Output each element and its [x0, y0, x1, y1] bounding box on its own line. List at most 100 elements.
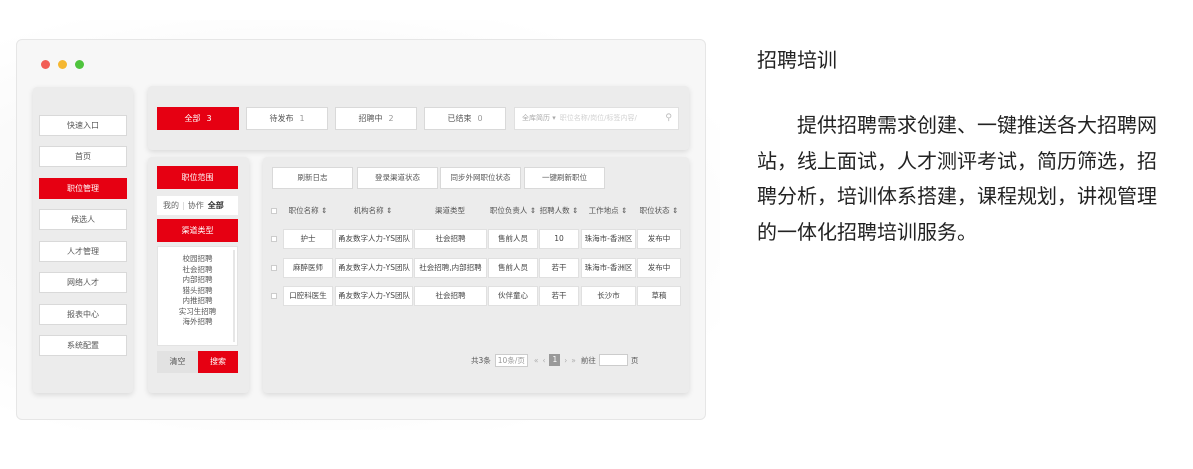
row-checkbox[interactable]: [271, 236, 277, 242]
refresh-log-button[interactable]: 刷新日志: [272, 167, 353, 189]
cell-job-status: 草稿: [637, 286, 681, 306]
cell-job-owner: 伙伴童心: [488, 286, 538, 306]
channel-option[interactable]: 内部招聘: [158, 275, 237, 286]
search-input[interactable]: 全库简历 ▾ 职位名称/岗位/标签内容/ ⚲: [514, 107, 679, 130]
sidebar-item-report-center[interactable]: 报表中心: [39, 304, 127, 325]
job-scope-header: 职位范围: [157, 166, 238, 189]
app-window: 快速入口 首页 职位管理 候选人 人才管理 网络人才 报表中心 系统配置 全部 3…: [16, 39, 706, 420]
header-headcount[interactable]: 招聘人数 ⇕: [539, 205, 579, 216]
search-placeholder: 职位名称/岗位/标签内容/: [559, 114, 637, 122]
cell-job-name[interactable]: 麻醉医师: [283, 258, 333, 278]
channel-option[interactable]: 内推招聘: [158, 296, 237, 307]
page-unit-label: 页: [630, 355, 639, 365]
tab-recruiting[interactable]: 招聘中 2: [335, 107, 417, 130]
first-page-icon[interactable]: «: [534, 356, 539, 365]
cell-channel-type: 社会招聘: [414, 229, 487, 249]
tab-pending[interactable]: 待发布 1: [246, 107, 328, 130]
filter-panel: 职位范围 我的 | 协作 全部 渠道类型 校园招聘 社会招聘 内部招聘 猎头招聘 内推…: [148, 157, 249, 393]
cell-headcount: 若干: [539, 258, 579, 278]
header-location[interactable]: 工作地点 ⇕: [580, 205, 636, 216]
last-page-icon[interactable]: »: [571, 356, 576, 365]
cell-job-name[interactable]: 口腔科医生: [283, 286, 333, 306]
tab-count: 3: [206, 114, 212, 123]
cell-job-status: 发布中: [637, 229, 681, 249]
tab-count: 2: [388, 114, 394, 123]
tab-label: 招聘中: [358, 114, 383, 123]
tab-label: 待发布: [269, 114, 294, 123]
channel-option[interactable]: 实习生招聘: [158, 307, 237, 318]
tab-ended[interactable]: 已结束 0: [424, 107, 506, 130]
channel-option[interactable]: 海外招聘: [158, 317, 237, 328]
cell-job-owner: 售前人员: [488, 229, 538, 249]
header-job-owner[interactable]: 职位负责人 ⇕: [488, 205, 538, 216]
cell-job-name[interactable]: 护士: [283, 229, 333, 249]
close-dot[interactable]: [41, 60, 50, 69]
sidebar-item-quick-entry[interactable]: 快速入口: [39, 115, 127, 136]
cell-location: 珠海市-香洲区: [581, 229, 636, 249]
channel-option[interactable]: 校园招聘: [158, 254, 237, 265]
current-page[interactable]: 1: [549, 354, 561, 366]
scope-all[interactable]: 全部: [208, 201, 224, 210]
tab-all[interactable]: 全部 3: [157, 107, 239, 130]
row-checkbox[interactable]: [271, 293, 277, 299]
cell-channel-type: 社会招聘,内部招聘: [414, 258, 487, 278]
status-filter-bar: 全部 3 待发布 1 招聘中 2 已结束 0 全库简历 ▾ 职位名称/岗位/标签内容/ ⚲: [148, 86, 689, 150]
sidebar-item-network-talent[interactable]: 网络人才: [39, 272, 127, 293]
header-org-name[interactable]: 机构名称 ⇕: [334, 205, 412, 216]
scope-separator: |: [182, 201, 185, 210]
refresh-all-jobs-button[interactable]: 一键刷新职位: [524, 167, 605, 189]
tab-label: 全部: [184, 114, 201, 123]
channel-scrollbar[interactable]: [233, 250, 235, 342]
header-channel-type: 渠道类型: [435, 206, 465, 215]
next-page-icon[interactable]: ›: [564, 356, 567, 365]
sidebar-item-talent-management[interactable]: 人才管理: [39, 241, 127, 262]
cell-org-name: 甬友数字人力-YS团队: [335, 258, 413, 278]
pagination: 共3条 10条/页 « ‹ 1 › » 前往 页: [471, 353, 638, 367]
sidebar-item-job-management[interactable]: 职位管理: [39, 178, 127, 199]
channel-option[interactable]: 社会招聘: [158, 265, 237, 276]
header-job-status[interactable]: 职位状态 ⇕: [637, 205, 681, 216]
cell-org-name: 甬友数字人力-YS团队: [335, 286, 413, 306]
job-scope-options: 我的 | 协作 全部: [157, 196, 238, 215]
channel-option[interactable]: 猎头招聘: [158, 286, 237, 297]
tab-count: 1: [299, 114, 305, 123]
channel-type-list: 校园招聘 社会招聘 内部招聘 猎头招聘 内推招聘 实习生招聘 海外招聘: [157, 246, 238, 346]
minimize-dot[interactable]: [58, 60, 67, 69]
feature-description: 提供招聘需求创建、一键推送各大招聘网站，线上面试，人才测评考试，简历筛选，招聘分…: [757, 113, 1157, 244]
cell-job-owner: 售前人员: [488, 258, 538, 278]
sidebar: 快速入口 首页 职位管理 候选人 人才管理 网络人才 报表中心 系统配置: [33, 87, 133, 393]
select-all-checkbox[interactable]: [271, 208, 277, 214]
goto-page-input[interactable]: [598, 354, 628, 366]
sidebar-item-system-config[interactable]: 系统配置: [39, 335, 127, 356]
cell-location: 珠海市-香洲区: [581, 258, 636, 278]
search-icon[interactable]: ⚲: [665, 108, 672, 129]
goto-label: 前往: [580, 355, 596, 365]
scope-mine[interactable]: 我的: [163, 201, 179, 210]
window-controls: [41, 60, 84, 69]
login-channel-status-button[interactable]: 登录渠道状态: [357, 167, 438, 189]
scope-coop[interactable]: 协作: [188, 201, 204, 210]
header-job-name[interactable]: 职位名称 ⇕: [283, 205, 333, 216]
feature-title: 招聘培训: [757, 48, 837, 72]
tab-label: 已结束: [447, 114, 472, 123]
cell-channel-type: 社会招聘: [414, 286, 487, 306]
page-size-select[interactable]: 10条/页: [494, 353, 528, 367]
cell-job-status: 发布中: [637, 258, 681, 278]
cell-location: 长沙市: [581, 286, 636, 306]
cell-headcount: 若干: [539, 286, 579, 306]
search-button[interactable]: 搜索: [198, 351, 238, 373]
tab-count: 0: [477, 114, 483, 123]
row-checkbox[interactable]: [271, 265, 277, 271]
total-count: 共3条: [471, 355, 491, 365]
job-table-panel: 刷新日志 登录渠道状态 同步外网职位状态 一键刷新职位 职位名称 ⇕ 机构名称 …: [263, 157, 689, 393]
cell-org-name: 甬友数字人力-YS团队: [335, 229, 413, 249]
sync-external-status-button[interactable]: 同步外网职位状态: [440, 167, 521, 189]
sidebar-item-candidates[interactable]: 候选人: [39, 209, 127, 230]
resume-scope-select[interactable]: 全库简历 ▾: [522, 114, 556, 122]
maximize-dot[interactable]: [75, 60, 84, 69]
cell-headcount: 10: [539, 229, 579, 249]
sidebar-item-home[interactable]: 首页: [39, 146, 127, 167]
channel-type-header: 渠道类型: [157, 219, 238, 242]
prev-page-icon[interactable]: ‹: [542, 356, 545, 365]
clear-button[interactable]: 清空: [157, 351, 198, 373]
